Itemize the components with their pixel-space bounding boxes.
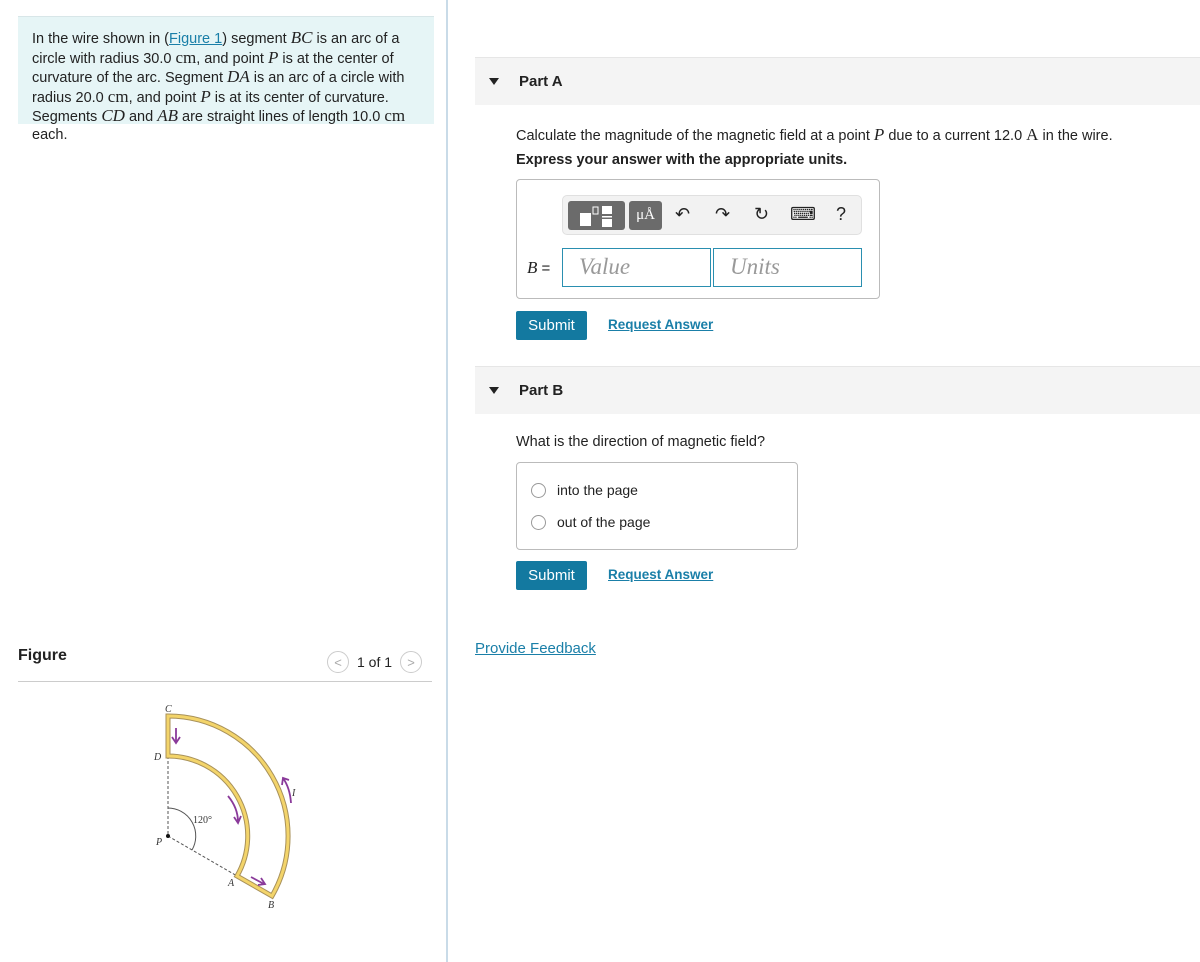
current-arrows: [171, 728, 292, 886]
part-b-request-answer-link[interactable]: Request Answer: [608, 567, 713, 582]
option-label: out of the page: [557, 514, 651, 530]
value-input[interactable]: Value: [562, 248, 711, 287]
wire-outline: [165, 713, 291, 900]
part-b-title: Part B: [519, 382, 564, 399]
wire: [166, 714, 290, 899]
units-button[interactable]: μÅ: [629, 201, 662, 230]
option-out-of-page[interactable]: out of the page: [531, 514, 650, 530]
part-b-header[interactable]: Part B: [475, 366, 1200, 414]
wire-figure: C D P A B I 120°: [153, 704, 296, 911]
undo-icon[interactable]: ↶: [675, 204, 690, 225]
options-box: [516, 462, 798, 550]
units-input[interactable]: Units: [713, 248, 862, 287]
label-current: I: [291, 788, 296, 799]
math-toolbar: μÅ ↶ ↷ ↻ ⌨ ?: [562, 195, 862, 235]
collapse-triangle-icon: [489, 387, 499, 394]
panel-divider: [446, 0, 448, 962]
variable-label: B =: [527, 258, 550, 278]
label-angle: 120°: [193, 815, 212, 826]
label-d: D: [153, 752, 162, 763]
redo-icon[interactable]: ↷: [715, 204, 730, 225]
templates-button[interactable]: [568, 201, 625, 230]
help-icon[interactable]: ?: [836, 204, 846, 225]
text: in the wire.: [1038, 128, 1113, 144]
part-a-request-answer-link[interactable]: Request Answer: [608, 317, 713, 332]
part-a-title: Part A: [519, 73, 563, 90]
part-a-question: Calculate the magnitude of the magnetic …: [516, 125, 1113, 145]
templates-icon: [579, 205, 612, 227]
math: P: [873, 125, 885, 144]
label-c: C: [165, 704, 172, 715]
part-a-submit-button[interactable]: Submit: [516, 311, 587, 340]
part-b-submit-button[interactable]: Submit: [516, 561, 587, 590]
collapse-triangle-icon: [489, 78, 499, 85]
label-b: B: [268, 900, 274, 911]
radio-button[interactable]: [531, 514, 546, 530]
reset-icon[interactable]: ↻: [754, 204, 769, 225]
part-a-instruction: Express your answer with the appropriate…: [516, 152, 848, 168]
dashed-line-pa: [167, 835, 238, 877]
option-into-page[interactable]: into the page: [531, 482, 638, 498]
part-a-header[interactable]: Part A: [475, 57, 1200, 105]
variable: B: [527, 258, 538, 277]
provide-feedback-link[interactable]: Provide Feedback: [475, 640, 596, 657]
arrow-icon: [171, 728, 181, 745]
equals: =: [537, 260, 551, 277]
radio-button[interactable]: [531, 482, 546, 498]
text: due to a current 12.0: [884, 128, 1027, 144]
part-b-question: What is the direction of magnetic field?: [516, 434, 766, 450]
math: A: [1026, 125, 1039, 144]
point-p: [166, 834, 170, 838]
text: Calculate the magnitude of the magnetic …: [516, 128, 874, 144]
label-p: P: [155, 837, 162, 848]
label-a: A: [227, 878, 235, 889]
option-label: into the page: [557, 482, 638, 498]
keyboard-icon[interactable]: ⌨: [790, 204, 816, 225]
